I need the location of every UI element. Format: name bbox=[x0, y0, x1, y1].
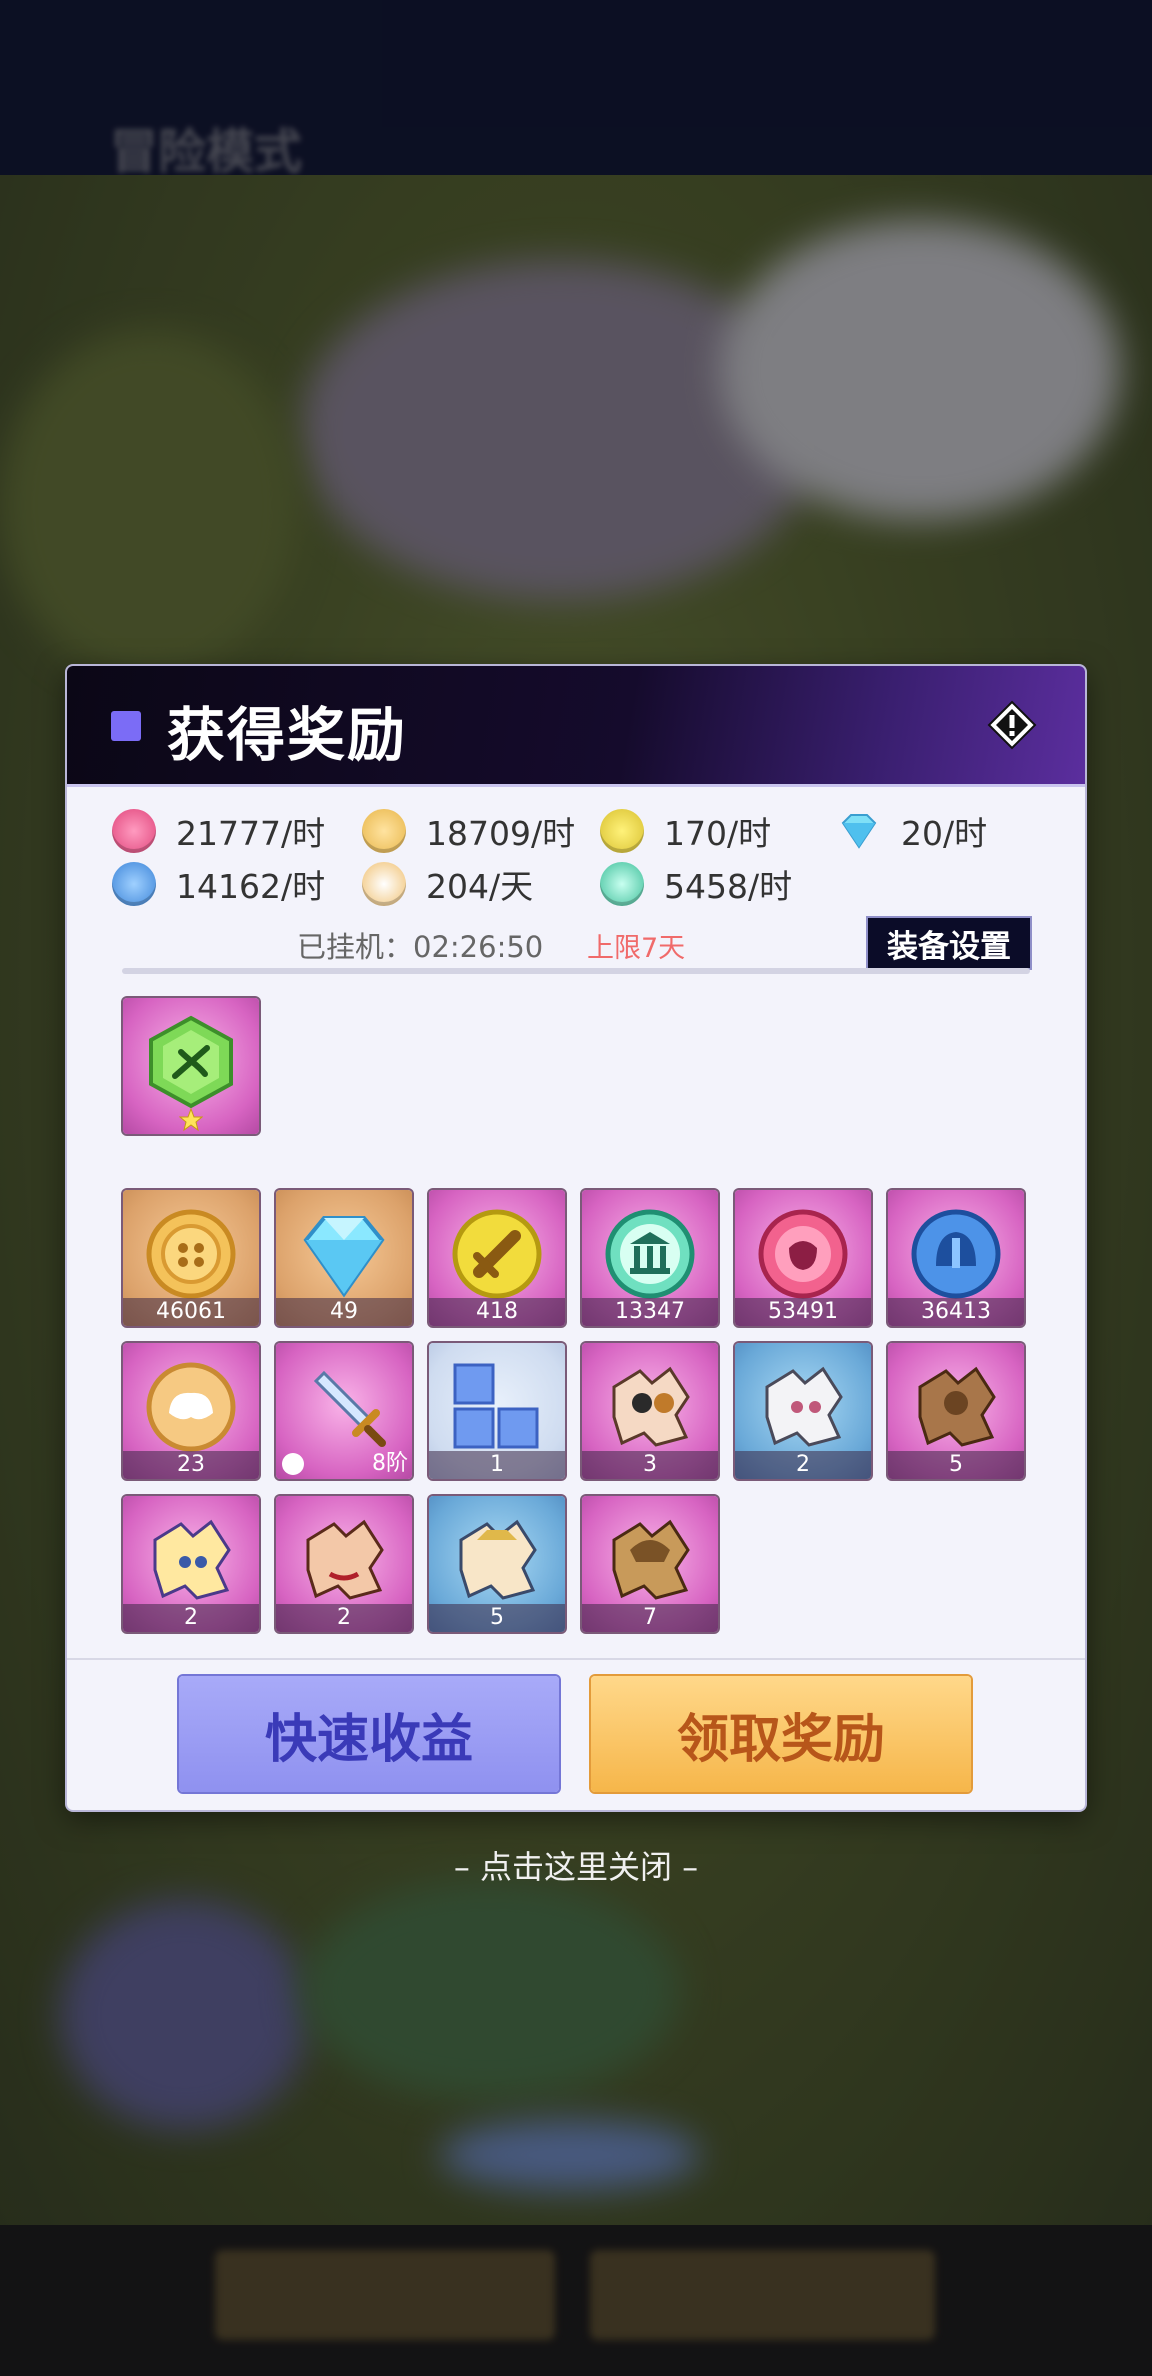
reward-item[interactable]: 49 bbox=[276, 1190, 412, 1326]
footer-divider bbox=[67, 1658, 1085, 1660]
info-icon[interactable] bbox=[987, 700, 1037, 750]
green-gem-icon bbox=[149, 1015, 233, 1109]
header-marker bbox=[111, 711, 141, 741]
reward-item[interactable]: 23 bbox=[123, 1343, 259, 1479]
dust-icon bbox=[146, 1362, 236, 1452]
gold-coin-icon bbox=[362, 809, 406, 853]
rate-item: 170/时 bbox=[600, 806, 771, 856]
sword-coin-icon bbox=[600, 809, 644, 853]
item-count: 5 bbox=[429, 1604, 565, 1632]
item-count: 418 bbox=[429, 1298, 565, 1326]
hero-shard-icon bbox=[612, 1519, 690, 1600]
item-count: 1 bbox=[429, 1451, 565, 1479]
sword-coin-icon bbox=[452, 1209, 542, 1299]
idle-limit: 上限7天 bbox=[587, 933, 686, 964]
diamond-icon bbox=[841, 814, 877, 849]
rate-item: 20/时 bbox=[837, 806, 987, 856]
helmet-coin-icon bbox=[112, 862, 156, 906]
rate-text: 204/天 bbox=[426, 867, 534, 906]
dialog-title: 获得奖励 bbox=[167, 701, 408, 769]
rate-text: 18709/时 bbox=[426, 814, 576, 853]
claim-reward-button[interactable]: 领取奖励 bbox=[591, 1676, 971, 1792]
reward-item[interactable]: 2 bbox=[276, 1496, 412, 1632]
rate-text: 5458/时 bbox=[664, 867, 793, 906]
guild-coin-icon bbox=[600, 862, 644, 906]
gold-coin-icon bbox=[146, 1209, 236, 1299]
skull-icon bbox=[282, 1453, 304, 1475]
reward-item[interactable]: 1 bbox=[429, 1343, 565, 1479]
quick-earn-button[interactable]: 快速收益 bbox=[179, 1676, 559, 1792]
rate-item: 18709/时 bbox=[362, 806, 575, 856]
item-count: 3 bbox=[582, 1451, 718, 1479]
item-count: 49 bbox=[276, 1298, 412, 1326]
reward-item[interactable]: 46061 bbox=[123, 1190, 259, 1326]
diamond-icon bbox=[303, 1216, 385, 1298]
rate-text: 170/时 bbox=[664, 814, 772, 853]
reward-item[interactable]: 8阶 bbox=[276, 1343, 412, 1479]
reward-item[interactable]: 2 bbox=[735, 1343, 871, 1479]
item-count: 5 bbox=[888, 1451, 1024, 1479]
idle-time: 已挂机：02:26:50 bbox=[297, 930, 544, 964]
item-count: 7 bbox=[582, 1604, 718, 1632]
sword-equipment-icon bbox=[313, 1370, 386, 1447]
item-count: 36413 bbox=[888, 1298, 1024, 1326]
item-count: 53491 bbox=[735, 1298, 871, 1326]
reward-item[interactable]: 53491 bbox=[735, 1190, 871, 1326]
rate-item: 14162/时 bbox=[112, 859, 325, 909]
rate-text: 14162/时 bbox=[176, 867, 326, 906]
equip-settings-button[interactable]: 装备设置 bbox=[866, 916, 1032, 970]
reward-item[interactable]: 5 bbox=[429, 1496, 565, 1632]
reward-item[interactable]: 2 bbox=[123, 1496, 259, 1632]
reward-item[interactable]: 5 bbox=[888, 1343, 1024, 1479]
reward-item[interactable]: 36413 bbox=[888, 1190, 1024, 1326]
star-icon bbox=[179, 1108, 203, 1132]
rate-text: 21777/时 bbox=[176, 814, 326, 853]
hero-exp-icon bbox=[758, 1209, 848, 1299]
dust-icon bbox=[362, 862, 406, 906]
dialog-header: 获得奖励 bbox=[67, 666, 1085, 787]
item-grade: 8阶 bbox=[372, 1451, 408, 1476]
rate-item: 5458/时 bbox=[600, 859, 792, 909]
hero-shard-icon bbox=[918, 1366, 996, 1447]
item-count: 2 bbox=[735, 1451, 871, 1479]
hero-shard-icon bbox=[612, 1366, 690, 1447]
item-count: 2 bbox=[123, 1604, 259, 1632]
reward-item[interactable]: 3 bbox=[582, 1343, 718, 1479]
rate-item: 204/天 bbox=[362, 859, 533, 909]
item-count: 46061 bbox=[123, 1298, 259, 1326]
guild-coin-icon bbox=[605, 1209, 695, 1299]
close-hint[interactable]: – 点击这里关闭 – bbox=[0, 1842, 1152, 1888]
item-count: 23 bbox=[123, 1451, 259, 1479]
item-count: 2 bbox=[276, 1604, 412, 1632]
helmet-coin-icon bbox=[911, 1209, 1001, 1299]
reward-item[interactable]: 7 bbox=[582, 1496, 718, 1632]
reward-item[interactable]: 418 bbox=[429, 1190, 565, 1326]
blue-blocks-icon bbox=[453, 1363, 539, 1449]
hero-exp-icon bbox=[112, 809, 156, 853]
item-count: 13347 bbox=[582, 1298, 718, 1326]
hero-shard-icon bbox=[459, 1519, 537, 1600]
hero-shard-icon bbox=[153, 1519, 231, 1600]
divider bbox=[122, 968, 1030, 974]
reward-dialog: 获得奖励 21777/时 18709/时 170/时 20/时 14162/时 … bbox=[67, 666, 1085, 1810]
featured-item[interactable] bbox=[123, 998, 259, 1134]
hero-shard-icon bbox=[306, 1519, 384, 1600]
rate-text: 20/时 bbox=[901, 814, 988, 853]
rate-item: 21777/时 bbox=[112, 806, 325, 856]
reward-item[interactable]: 13347 bbox=[582, 1190, 718, 1326]
hero-shard-icon bbox=[765, 1366, 843, 1447]
